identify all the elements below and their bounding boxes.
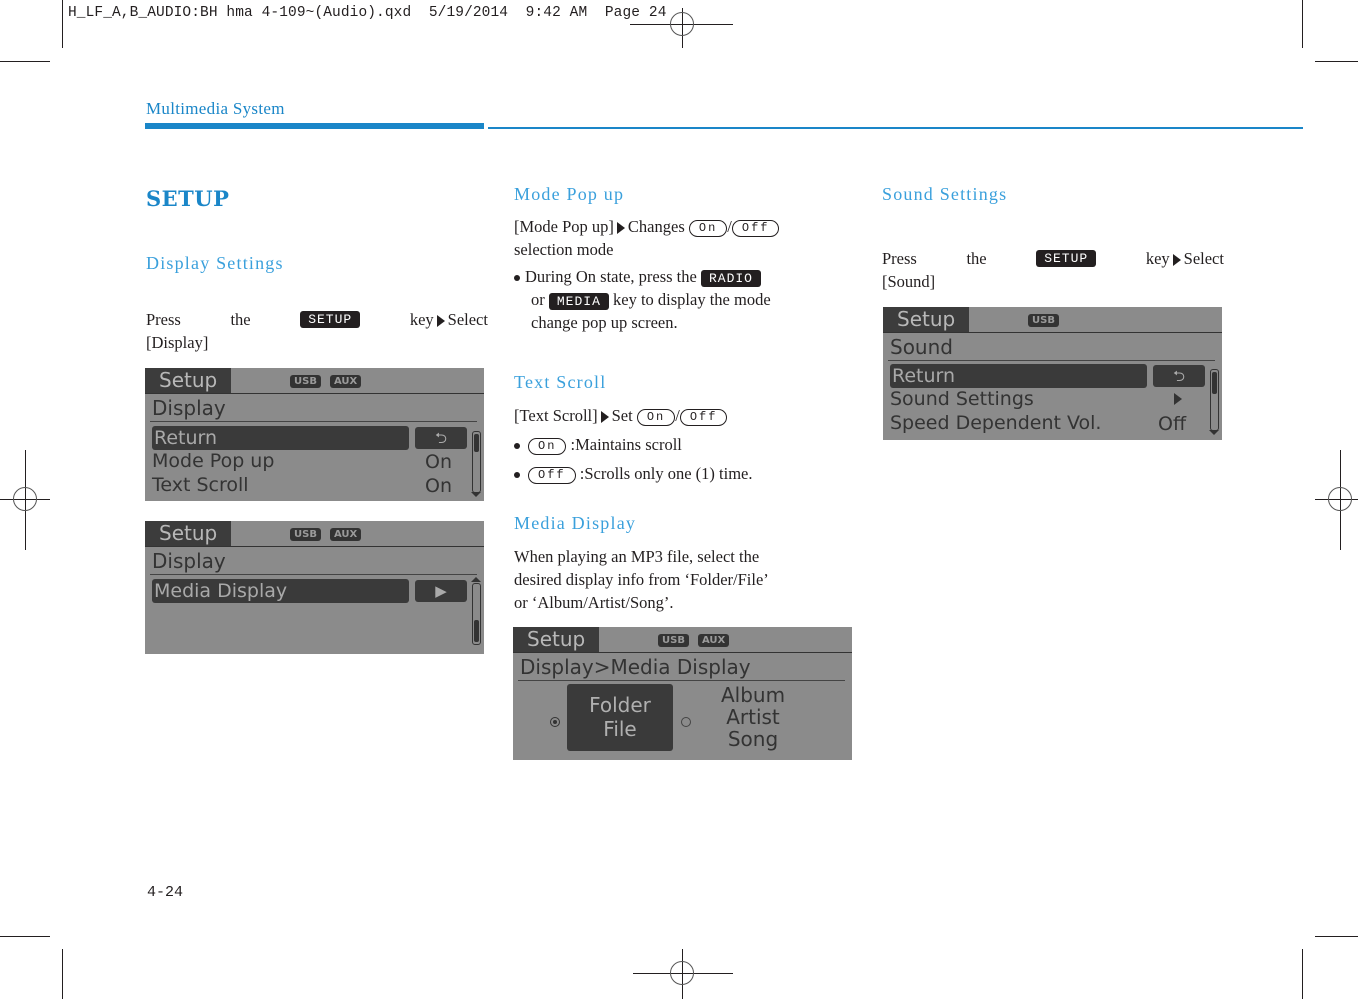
usb-badge: USB — [290, 528, 321, 541]
arrow-right-icon — [600, 411, 609, 424]
crop-mark — [0, 61, 50, 62]
lcd-breadcrumb: Display>Media Display — [520, 655, 751, 679]
option-album-artist-song: Album Artist Song — [720, 683, 786, 751]
lcd-breadcrumb: Display — [152, 549, 226, 573]
crop-mark — [1302, 0, 1303, 48]
lcd-row-text-scroll: Text Scroll — [152, 474, 249, 496]
arrow-right-icon — [1172, 254, 1181, 267]
aux-badge: AUX — [330, 528, 362, 541]
lcd-tab: Setup — [145, 521, 232, 546]
sound-settings-heading: Sound Settings — [882, 184, 1008, 204]
display-settings-instruction: Press the SETUP key Select [Display] — [146, 310, 488, 352]
radio-key: RADIO — [700, 269, 761, 287]
lcd-scrollbar — [472, 431, 481, 493]
page-title: SETUP — [146, 186, 230, 211]
on-pill: On — [636, 408, 676, 426]
bullet — [514, 443, 520, 450]
crop-mark — [1315, 936, 1358, 937]
text-scroll-text: [Text Scroll] Set On / Off On :Maintains sc… — [514, 406, 753, 484]
radio-selected-icon — [550, 717, 560, 727]
crop-mark — [0, 936, 50, 937]
crop-mark — [1302, 949, 1303, 999]
off-pill: Off — [528, 466, 576, 484]
sound-settings-instruction: Press the SETUP key Select [Sound] — [882, 249, 1224, 291]
media-key: MEDIA — [548, 292, 609, 310]
lcd-breadcrumb: Sound — [890, 335, 953, 359]
submenu-arrow-icon: ▶ — [415, 580, 467, 602]
return-icon: ⮌ — [415, 427, 467, 449]
arrow-right-icon — [616, 222, 625, 235]
usb-badge: USB — [290, 375, 321, 388]
lcd-screen-display: Setup USB AUX Display Return ⮌ Mode Pop … — [145, 368, 484, 501]
lcd-row-return: Return — [890, 364, 1147, 388]
file-slug: H_LF_A,B_AUDIO:BH hma 4-109~(Audio).qxd … — [68, 5, 667, 21]
header-rule-thin — [488, 127, 1303, 129]
on-pill: On — [528, 437, 567, 455]
bullet — [514, 472, 520, 479]
media-display-text: When playing an MP3 file, select the des… — [514, 547, 769, 612]
lcd-value: On — [425, 451, 452, 473]
lcd-row-sound-settings: Sound Settings — [890, 388, 1034, 410]
header-rule — [145, 123, 484, 129]
crop-mark — [1315, 61, 1358, 62]
text-scroll-heading: Text Scroll — [514, 372, 607, 392]
mode-popup-text: [Mode Pop up] Changes On / Off selection mo… — [514, 215, 854, 334]
crop-mark — [62, 949, 63, 999]
aux-badge: AUX — [698, 634, 730, 647]
radio-unselected-icon — [681, 717, 691, 727]
lcd-screen-sound: Setup USB Sound Return ⮌ Sound Settings … — [883, 307, 1222, 440]
lcd-breadcrumb: Display — [152, 396, 226, 420]
setup-key: SETUP — [1036, 250, 1097, 267]
display-settings-heading: Display Settings — [146, 253, 284, 273]
scroll-down-icon — [471, 492, 481, 497]
setup-key: SETUP — [300, 311, 361, 328]
crop-mark — [62, 0, 63, 48]
lcd-tab: Setup — [145, 368, 232, 393]
submenu-arrow-icon — [1174, 393, 1182, 405]
section-title: Multimedia System — [146, 99, 285, 118]
off-pill: Off — [731, 219, 780, 237]
lcd-scrollbar — [472, 583, 481, 645]
scroll-up-icon — [471, 577, 481, 582]
lcd-value: Off — [1158, 413, 1187, 435]
lcd-row-speed-dependent-vol: Speed Dependent Vol. — [890, 412, 1102, 434]
lcd-row-media-display: Media Display — [152, 579, 409, 603]
lcd-value: On — [425, 475, 452, 497]
lcd-tab: Setup — [883, 307, 970, 332]
on-pill: On — [688, 219, 728, 237]
mode-popup-heading: Mode Pop up — [514, 184, 625, 204]
arrow-right-icon — [436, 315, 445, 328]
bullet — [514, 275, 520, 282]
lcd-screen-media-display-options: Setup USB AUX Display>Media Display Fold… — [513, 627, 852, 760]
return-icon: ⮌ — [1153, 365, 1205, 387]
lcd-scrollbar — [1210, 369, 1219, 431]
lcd-tab: Setup — [513, 627, 600, 652]
page-number: 4-24 — [147, 884, 184, 901]
option-folder-file: Folder File — [567, 684, 673, 751]
off-pill: Off — [679, 408, 728, 426]
media-display-heading: Media Display — [514, 513, 637, 533]
usb-badge: USB — [1028, 314, 1059, 327]
scroll-down-icon — [1209, 430, 1219, 435]
usb-badge: USB — [658, 634, 689, 647]
lcd-screen-media-display: Setup USB AUX Display Media Display ▶ — [145, 521, 484, 654]
lcd-row-mode-popup: Mode Pop up — [152, 450, 275, 472]
aux-badge: AUX — [330, 375, 362, 388]
lcd-row-return: Return — [152, 426, 409, 450]
